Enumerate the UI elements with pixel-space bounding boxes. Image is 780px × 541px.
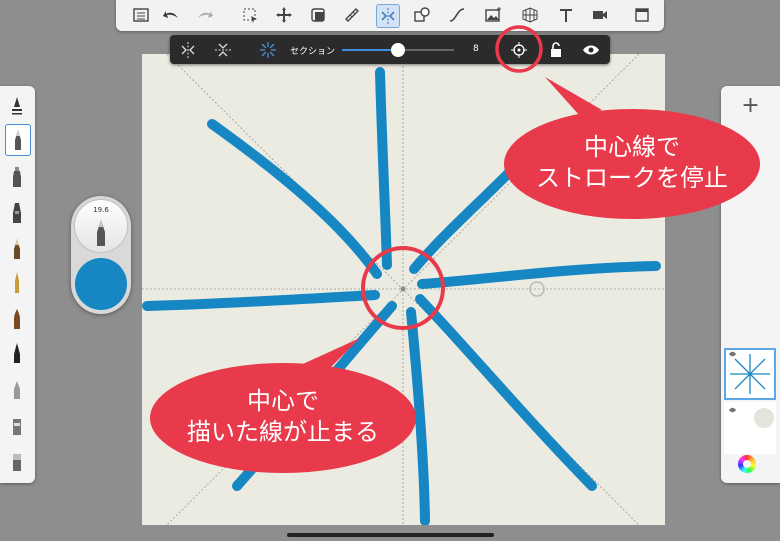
top-callout-line2: ストロークを停止	[536, 164, 728, 192]
top-callout-text: 中心線で ストロークを停止	[504, 132, 760, 194]
bottom-callout-line2: 描いた線が止まる	[187, 418, 379, 446]
home-indicator	[287, 533, 494, 537]
bottom-callout-line1: 中心で	[247, 387, 319, 415]
annotation-overlay	[150, 25, 760, 473]
top-callout-line1: 中心線で	[584, 133, 680, 161]
bottom-callout-text: 中心で 描いた線が止まる	[150, 386, 416, 448]
center-highlight-circle	[361, 246, 445, 330]
button-highlight-circle	[495, 25, 543, 73]
top-callout-tail	[545, 77, 602, 116]
